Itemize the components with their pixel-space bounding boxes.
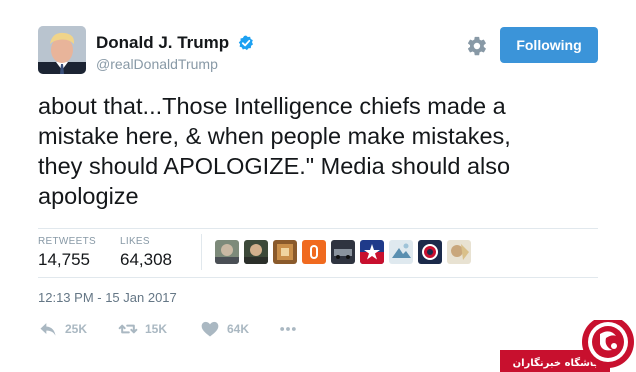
liker-avatar[interactable]: [418, 240, 442, 264]
liker-avatar[interactable]: [360, 240, 384, 264]
user-handle[interactable]: @realDonaldTrump: [96, 56, 218, 72]
liker-avatar[interactable]: [215, 240, 239, 264]
liker-avatar[interactable]: [389, 240, 413, 264]
reply-button[interactable]: 25K: [38, 319, 87, 339]
display-name[interactable]: Donald J. Trump: [96, 33, 229, 53]
liker-avatar[interactable]: [331, 240, 355, 264]
profile-avatar[interactable]: [38, 26, 86, 74]
likes-stat[interactable]: LIKES 64,308: [120, 236, 172, 271]
like-count: 64K: [227, 322, 250, 336]
retweets-label: RETWEETS: [38, 236, 96, 247]
reply-icon: [40, 323, 56, 336]
tweet-text: about that...Those Intelligence chiefs m…: [38, 93, 511, 209]
heart-icon: [201, 321, 219, 337]
likes-count: 64,308: [120, 250, 172, 269]
liker-avatar[interactable]: [447, 240, 471, 264]
like-button[interactable]: 64K: [200, 319, 249, 339]
retweet-count: 15K: [145, 322, 168, 336]
reply-count: 25K: [65, 322, 88, 336]
verified-badge-icon: [238, 35, 253, 51]
retweet-button[interactable]: 15K: [118, 319, 167, 339]
liker-avatar[interactable]: [273, 240, 297, 264]
watermark-graphic: باشگاه خبرنگاران: [500, 320, 634, 372]
more-button[interactable]: [278, 319, 298, 339]
retweets-count: 14,755: [38, 250, 90, 269]
gear-icon[interactable]: [466, 35, 488, 57]
likes-label: LIKES: [120, 236, 150, 247]
retweets-stat[interactable]: RETWEETS 14,755: [38, 236, 96, 271]
more-icon: [280, 327, 296, 331]
following-button[interactable]: Following: [500, 27, 598, 63]
watermark-logo: باشگاه خبرنگاران: [500, 320, 636, 372]
stats-separator: [201, 234, 202, 270]
divider-bottom: [38, 277, 598, 278]
likers-avatar-strip: [215, 240, 471, 264]
tweet-timestamp[interactable]: 12:13 PM - 15 Jan 2017: [38, 290, 177, 306]
watermark-text: باشگاه خبرنگاران: [513, 356, 598, 369]
retweet-icon: [118, 324, 138, 334]
liker-avatar[interactable]: [244, 240, 268, 264]
profile-photo: [38, 26, 86, 74]
liker-avatar[interactable]: [302, 240, 326, 264]
divider-top: [38, 228, 598, 229]
